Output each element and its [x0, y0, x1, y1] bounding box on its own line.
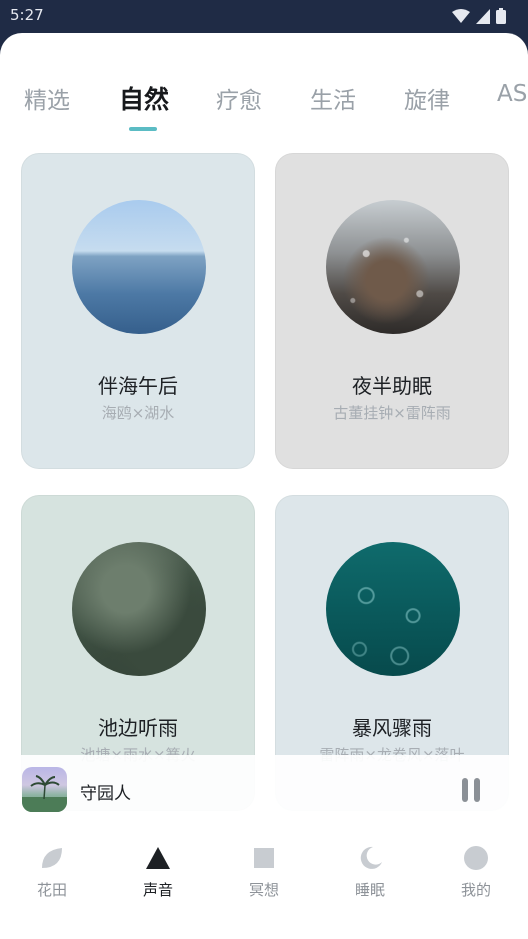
- nav-item-meditation[interactable]: 冥想: [224, 845, 304, 900]
- bottom-nav: 花田 声音 冥想 睡眠 我的: [0, 825, 528, 939]
- content-sheet: 精选 自然 疗愈 生活 旋律 AS 伴海午后 海鸥×湖水 夜半助眠 古董挂钟×雷…: [0, 33, 528, 939]
- pause-button[interactable]: [458, 777, 484, 803]
- nav-label: 声音: [142, 881, 173, 899]
- nav-item-garden[interactable]: 花田: [12, 845, 92, 900]
- moon-icon: [360, 846, 382, 869]
- card-title: 夜半助眠: [352, 374, 432, 398]
- status-time: 5:27: [10, 6, 44, 24]
- mini-player[interactable]: 守园人: [0, 755, 528, 825]
- tab-featured[interactable]: 精选: [24, 81, 70, 115]
- sound-card[interactable]: 夜半助眠 古董挂钟×雷阵雨: [275, 153, 509, 469]
- rainy-window-image: [326, 200, 460, 334]
- card-title: 池边听雨: [98, 716, 178, 740]
- card-title: 伴海午后: [98, 374, 178, 398]
- sound-card[interactable]: 伴海午后 海鸥×湖水: [21, 153, 255, 469]
- tab-life[interactable]: 生活: [310, 81, 356, 115]
- square-icon: [254, 848, 274, 868]
- active-tab-indicator: [129, 127, 157, 131]
- nav-label: 冥想: [248, 881, 279, 899]
- battery-icon: [496, 8, 506, 24]
- garden-cover-image: [22, 767, 67, 812]
- signal-icon: [476, 8, 490, 24]
- triangle-icon: [146, 847, 170, 869]
- tab-healing[interactable]: 疗愈: [216, 81, 262, 115]
- tab-nature[interactable]: 自然: [119, 80, 169, 116]
- storm-ripples-image: [326, 542, 460, 676]
- category-tabs: 精选 自然 疗愈 生活 旋律 AS: [0, 81, 528, 141]
- status-bar: 5:27: [0, 0, 528, 32]
- tab-as[interactable]: AS: [497, 81, 527, 107]
- status-icons: [452, 8, 506, 24]
- nav-item-sound[interactable]: 声音: [118, 845, 198, 900]
- now-playing-title: 守园人: [80, 784, 131, 804]
- nav-label: 我的: [460, 881, 491, 899]
- nav-label: 睡眠: [354, 881, 385, 899]
- card-subtitle: 海鸥×湖水: [101, 404, 175, 422]
- pause-icon: [462, 778, 468, 802]
- pond-greenery-image: [72, 542, 206, 676]
- nav-item-profile[interactable]: 我的: [436, 845, 516, 900]
- palm-icon: [22, 775, 67, 812]
- card-subtitle: 古董挂钟×雷阵雨: [333, 404, 451, 422]
- leaf-icon: [42, 848, 62, 868]
- nav-label: 花田: [36, 881, 67, 899]
- nav-item-sleep[interactable]: 睡眠: [330, 845, 410, 900]
- wifi-icon: [452, 8, 470, 23]
- card-title: 暴风骤雨: [352, 716, 432, 740]
- circle-icon: [464, 846, 488, 870]
- sea-horizon-image: [72, 200, 206, 334]
- tab-melody[interactable]: 旋律: [404, 81, 450, 115]
